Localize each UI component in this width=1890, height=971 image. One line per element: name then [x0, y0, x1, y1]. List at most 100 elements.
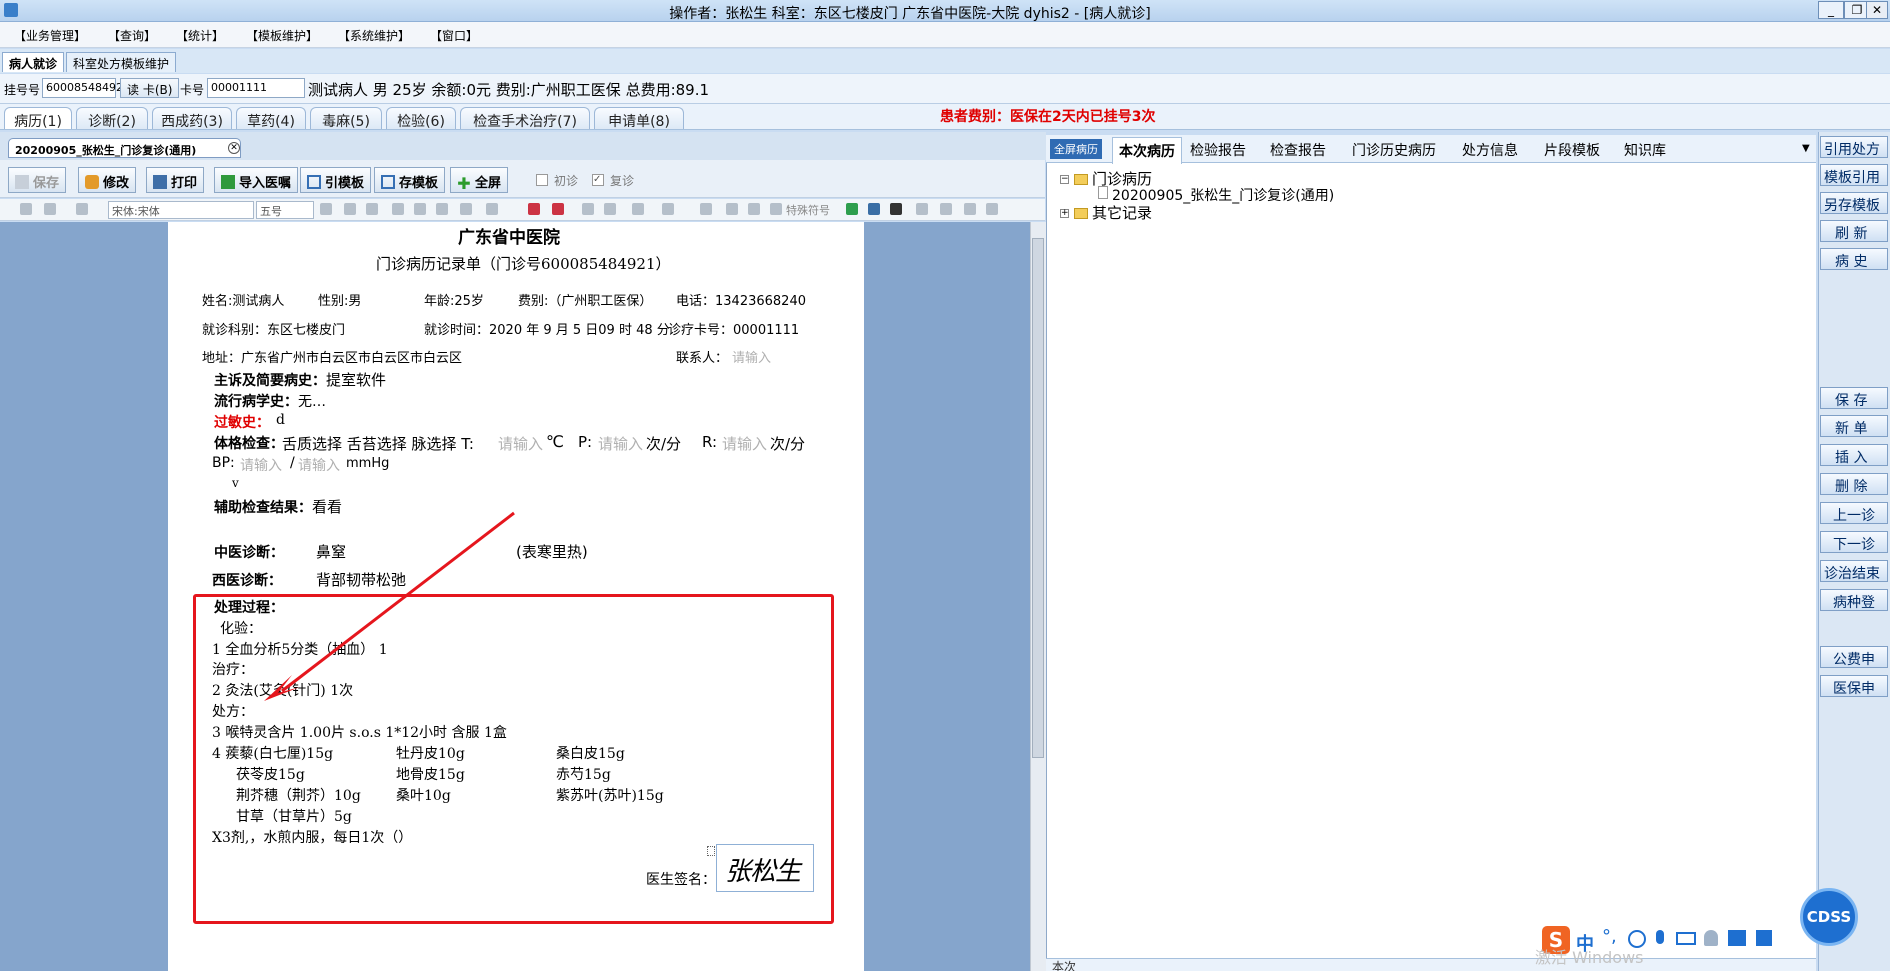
search-icon[interactable]	[868, 203, 880, 215]
refresh-button[interactable]: 刷 新	[1820, 220, 1888, 242]
close-tab-icon[interactable]: ✕	[228, 142, 240, 154]
format-icon[interactable]	[582, 203, 594, 215]
color-icon[interactable]	[662, 203, 674, 215]
menu-query[interactable]: 【查询】	[108, 27, 156, 44]
reg-number-field[interactable]: 60008548492	[42, 78, 123, 98]
tab-herbs[interactable]: 草药(4)	[236, 107, 306, 130]
tab-record[interactable]: 病历(1)	[4, 107, 72, 130]
tab-current-record[interactable]: 本次病历	[1112, 137, 1182, 164]
tabs-dropdown-icon[interactable]: ▼	[1802, 143, 1810, 154]
save-as-template-button[interactable]: 另存模板	[1820, 192, 1888, 214]
contact-input[interactable]: 请输入	[732, 347, 771, 366]
expand-icon[interactable]: +	[1060, 209, 1069, 218]
fullscreen-button[interactable]: ✚ 全屏	[450, 167, 509, 193]
mic-icon[interactable]	[1656, 930, 1664, 944]
history-button[interactable]: 病 史	[1820, 248, 1888, 270]
tab-western-med[interactable]: 西成药(3)	[152, 107, 232, 130]
new-form-button[interactable]: 新 单	[1820, 415, 1888, 437]
tab-exam-report[interactable]: 检查报告	[1270, 140, 1326, 160]
delete-button[interactable]: 删 除	[1820, 473, 1888, 495]
resp-input[interactable]: 请输入	[722, 433, 767, 454]
font-select[interactable]: 宋体:宋体	[108, 201, 254, 219]
list-icon[interactable]	[460, 203, 472, 215]
revisit-checkbox[interactable]: ✓	[592, 174, 604, 186]
insert-text-icon[interactable]	[846, 203, 858, 215]
align-right-icon[interactable]	[436, 203, 448, 215]
print-button[interactable]: 打印	[146, 167, 205, 193]
keyboard-icon[interactable]	[1676, 932, 1696, 945]
cite-template-button[interactable]: 引模板	[300, 167, 372, 193]
epidemic-text[interactable]: 无…	[298, 391, 326, 411]
import-orders-button[interactable]: 导入医嘱	[214, 167, 299, 193]
tab-lab[interactable]: 检验(6)	[386, 107, 456, 130]
tab-lab-report[interactable]: 检验报告	[1190, 140, 1246, 160]
scrollbar-thumb[interactable]	[1032, 238, 1044, 758]
zoom-icon[interactable]	[986, 203, 998, 215]
bold-icon[interactable]	[320, 203, 332, 215]
read-card-button[interactable]: 读 卡(B)	[120, 78, 180, 98]
allergy-text[interactable]: d	[276, 412, 285, 428]
undo-icon[interactable]	[44, 203, 56, 215]
binoculars-icon[interactable]	[890, 203, 902, 215]
align-left-icon[interactable]	[392, 203, 404, 215]
paint-icon[interactable]	[632, 203, 644, 215]
doc-tab[interactable]: 20200905_张松生_门诊复诊(通用) ✕	[8, 138, 241, 158]
bp-diastolic-input[interactable]: 请输入	[298, 455, 340, 475]
next-visit-button[interactable]: 下一诊	[1820, 531, 1888, 553]
tcm-syndrome[interactable]: (表寒里热)	[516, 541, 588, 562]
tab-history-record[interactable]: 门诊历史病历	[1352, 140, 1436, 160]
temperature-input[interactable]: 请输入	[498, 433, 543, 454]
menu-stats[interactable]: 【统计】	[176, 27, 224, 44]
highlight-icon[interactable]	[604, 203, 616, 215]
card-number-field[interactable]: 00001111	[207, 78, 305, 98]
save-button[interactable]: 保存	[8, 167, 67, 193]
tab-diagnosis[interactable]: 诊断(2)	[76, 107, 148, 130]
paste-icon[interactable]	[964, 203, 976, 215]
italic-icon[interactable]	[344, 203, 356, 215]
tab-rx-template[interactable]: 科室处方模板维护	[66, 52, 177, 72]
insert-icon[interactable]	[528, 203, 540, 215]
size-select[interactable]: 五号	[256, 201, 314, 219]
complaint-text[interactable]: 提室软件	[326, 369, 386, 390]
finish-visit-button[interactable]: 诊治结束	[1820, 560, 1888, 582]
tab-narcotics[interactable]: 毒麻(5)	[310, 107, 382, 130]
menu-system[interactable]: 【系统维护】	[338, 27, 410, 44]
save-small-icon[interactable]	[20, 203, 32, 215]
image-icon[interactable]	[748, 203, 760, 215]
font-icon[interactable]	[700, 203, 712, 215]
tab-request[interactable]: 申请单(8)	[594, 107, 684, 130]
tab-rx-info[interactable]: 处方信息	[1462, 140, 1518, 160]
tab-knowledge[interactable]: 知识库	[1624, 140, 1666, 160]
menu-business[interactable]: 【业务管理】	[14, 27, 86, 44]
tree-other[interactable]: 其它记录	[1092, 202, 1152, 223]
bp-systolic-input[interactable]: 请输入	[240, 455, 282, 475]
tab-fragment-template[interactable]: 片段模板	[1544, 140, 1600, 160]
copy-icon[interactable]	[940, 203, 952, 215]
user-icon[interactable]	[1704, 930, 1718, 946]
prev-visit-button[interactable]: 上一诊	[1820, 502, 1888, 524]
shirt-icon[interactable]	[1728, 930, 1746, 946]
pulse-input[interactable]: 请输入	[598, 433, 643, 454]
bottom-tab[interactable]: 本次	[1052, 958, 1076, 971]
special-symbol-button[interactable]: 特殊符号	[786, 202, 830, 218]
insurance-button[interactable]: 医保申	[1820, 675, 1888, 697]
cite-rx-button[interactable]: 引用处方	[1820, 136, 1888, 158]
close-button[interactable]: ✕	[1866, 1, 1888, 19]
clip-icon[interactable]	[916, 203, 928, 215]
first-visit-checkbox[interactable]	[536, 174, 548, 186]
scissors-icon[interactable]	[770, 203, 782, 215]
indent-icon[interactable]	[486, 203, 498, 215]
align-center-icon[interactable]	[414, 203, 426, 215]
disease-register-button[interactable]: 病种登	[1820, 589, 1888, 611]
insert-button[interactable]: 插 入	[1820, 444, 1888, 466]
menu-template[interactable]: 【模板维护】	[246, 27, 318, 44]
grid-menu-icon[interactable]	[1756, 930, 1772, 946]
minimize-button[interactable]: _	[1818, 1, 1844, 19]
tab-patient-visit[interactable]: 病人就诊	[2, 52, 65, 72]
redo-icon[interactable]	[76, 203, 88, 215]
collapse-icon[interactable]: −	[1060, 175, 1069, 184]
sidebar-save-button[interactable]: 保 存	[1820, 387, 1888, 409]
public-fee-button[interactable]: 公费申	[1820, 646, 1888, 668]
tab-fullscreen-record[interactable]: 全屏病历	[1050, 139, 1102, 159]
menu-window[interactable]: 【窗口】	[430, 27, 478, 44]
